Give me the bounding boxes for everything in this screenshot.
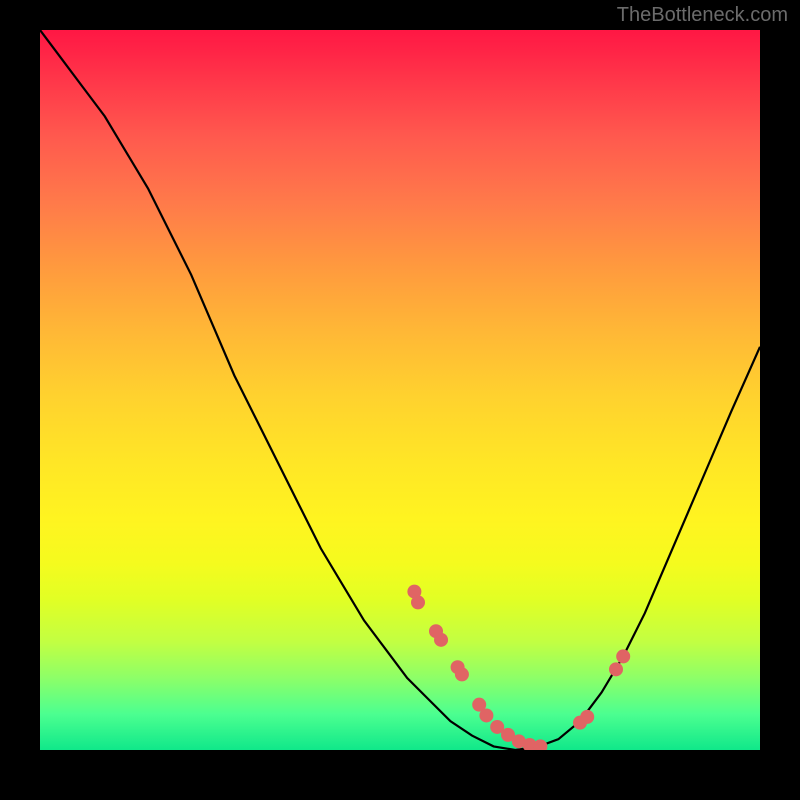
data-point xyxy=(609,662,623,676)
chart-svg xyxy=(40,30,760,750)
data-point xyxy=(616,649,630,663)
curve-line xyxy=(40,30,760,750)
data-point xyxy=(455,667,469,681)
watermark-text: TheBottleneck.com xyxy=(617,4,788,27)
data-points-group xyxy=(407,585,630,750)
chart-container: TheBottleneck.com xyxy=(0,0,800,800)
data-point xyxy=(411,595,425,609)
data-point xyxy=(479,708,493,722)
data-point xyxy=(580,710,594,724)
data-point xyxy=(434,633,448,647)
plot-area xyxy=(40,30,760,750)
data-point xyxy=(533,739,547,750)
